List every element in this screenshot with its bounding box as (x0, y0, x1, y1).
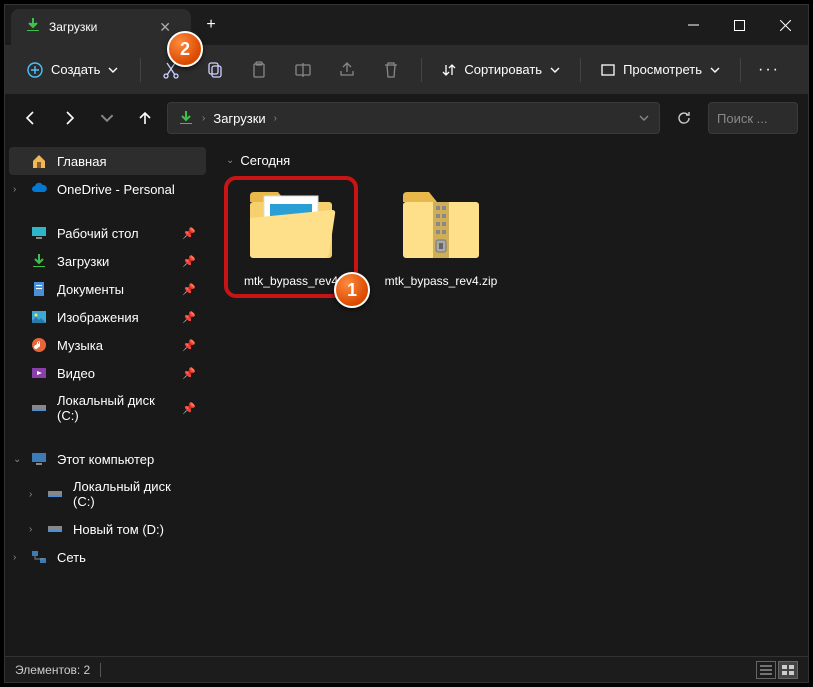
chevron-down-icon (710, 65, 720, 75)
drive-icon (31, 400, 47, 416)
sidebar-item-downloads[interactable]: Загрузки📌 (9, 247, 206, 275)
chevron-right-icon: › (13, 184, 16, 195)
download-icon (31, 253, 47, 269)
view-toggle (756, 661, 798, 679)
sidebar-item-videos[interactable]: Видео📌 (9, 359, 206, 387)
create-button[interactable]: Создать (15, 56, 130, 84)
drive-icon (47, 521, 63, 537)
breadcrumb-downloads[interactable]: Загрузки (213, 111, 265, 126)
recent-dd[interactable] (91, 102, 123, 134)
pin-icon: 📌 (182, 311, 196, 324)
pictures-icon (31, 309, 47, 325)
details-view-button[interactable] (756, 661, 776, 679)
search-input[interactable]: Поиск ... (708, 102, 798, 134)
chevron-down-icon (108, 65, 118, 75)
sidebar-item-documents[interactable]: Документы📌 (9, 275, 206, 303)
chevron-right-icon: › (13, 552, 16, 563)
chevron-right-icon: › (29, 489, 32, 500)
more-button[interactable]: ··· (751, 61, 787, 79)
pin-icon: 📌 (182, 339, 196, 352)
sidebar-item-desktop[interactable]: Рабочий стол📌 (9, 219, 206, 247)
up-button[interactable] (129, 102, 161, 134)
chevron-right-icon: › (29, 524, 32, 535)
share-button[interactable] (327, 52, 367, 88)
navbar: › Загрузки › Поиск ... (5, 95, 808, 141)
content-area[interactable]: ⌄ Сегодня mtk_bypass_rev4 (210, 141, 808, 656)
home-icon (31, 153, 47, 169)
cloud-icon (31, 181, 47, 197)
sidebar-item-newvol[interactable]: › Новый том (D:) (9, 515, 206, 543)
statusbar: Элементов: 2 (5, 656, 808, 682)
desktop-icon (31, 225, 47, 241)
view-icon (601, 63, 615, 77)
file-item-folder[interactable]: mtk_bypass_rev4 1 (226, 178, 356, 296)
back-button[interactable] (15, 102, 47, 134)
plus-circle-icon (27, 62, 43, 78)
close-button[interactable] (762, 5, 808, 45)
paste-button[interactable] (239, 52, 279, 88)
rename-button[interactable] (283, 52, 323, 88)
minimize-button[interactable] (670, 5, 716, 45)
chevron-down-icon: ⌄ (226, 155, 234, 166)
pin-icon: 📌 (182, 283, 196, 296)
sidebar-item-localc-sub[interactable]: › Локальный диск (C:) (9, 473, 206, 515)
copy-button[interactable] (195, 52, 235, 88)
maximize-button[interactable] (716, 5, 762, 45)
tab-downloads[interactable]: Загрузки ✕ (11, 9, 191, 45)
chevron-right-icon: › (274, 113, 277, 124)
sidebar-item-thispc[interactable]: ⌄ Этот компьютер (9, 445, 206, 473)
drive-icon (47, 486, 63, 502)
callout-2: 2 (167, 31, 203, 67)
sort-button[interactable]: Сортировать (432, 56, 570, 83)
explorer-window: Загрузки ✕ + Создать Сортировать (4, 4, 809, 683)
network-icon (31, 549, 47, 565)
zip-icon (391, 186, 491, 266)
sidebar-item-pictures[interactable]: Изображения📌 (9, 303, 206, 331)
toolbar: Создать Сортировать Просмотреть ··· 2 (5, 45, 808, 95)
icons-view-button[interactable] (778, 661, 798, 679)
delete-button[interactable] (371, 52, 411, 88)
sidebar: Главная › OneDrive - Personal Рабочий ст… (5, 141, 210, 656)
pin-icon: 📌 (182, 227, 196, 240)
sidebar-item-onedrive[interactable]: › OneDrive - Personal (9, 175, 206, 203)
refresh-button[interactable] (666, 102, 702, 134)
file-item-zip[interactable]: mtk_bypass_rev4.zip (376, 178, 506, 296)
sidebar-item-home[interactable]: Главная (9, 147, 206, 175)
sidebar-item-music[interactable]: Музыка📌 (9, 331, 206, 359)
chevron-right-icon: › (202, 113, 205, 124)
search-placeholder: Поиск ... (717, 111, 767, 126)
tab-title: Загрузки (49, 20, 145, 34)
sidebar-item-localc[interactable]: Локальный диск (C:)📌 (9, 387, 206, 429)
window-controls (670, 5, 808, 45)
sort-icon (442, 63, 456, 77)
folder-icon (241, 186, 341, 266)
status-count: Элементов: 2 (15, 663, 90, 677)
address-bar[interactable]: › Загрузки › (167, 102, 660, 134)
file-label: mtk_bypass_rev4 (244, 274, 338, 288)
chevron-down-icon: ⌄ (13, 454, 21, 465)
chevron-down-icon[interactable] (639, 111, 649, 126)
view-button[interactable]: Просмотреть (591, 56, 730, 83)
titlebar: Загрузки ✕ + (5, 5, 808, 45)
pc-icon (31, 451, 47, 467)
chevron-down-icon (550, 65, 560, 75)
documents-icon (31, 281, 47, 297)
download-icon (25, 17, 41, 38)
callout-1: 1 (334, 272, 370, 308)
forward-button[interactable] (53, 102, 85, 134)
pin-icon: 📌 (182, 367, 196, 380)
create-label: Создать (51, 62, 100, 77)
group-today[interactable]: ⌄ Сегодня (226, 153, 792, 168)
videos-icon (31, 365, 47, 381)
pin-icon: 📌 (182, 255, 196, 268)
pin-icon: 📌 (182, 402, 196, 415)
download-icon (178, 110, 194, 126)
music-icon (31, 337, 47, 353)
file-label: mtk_bypass_rev4.zip (385, 274, 498, 288)
sidebar-item-network[interactable]: › Сеть (9, 543, 206, 571)
